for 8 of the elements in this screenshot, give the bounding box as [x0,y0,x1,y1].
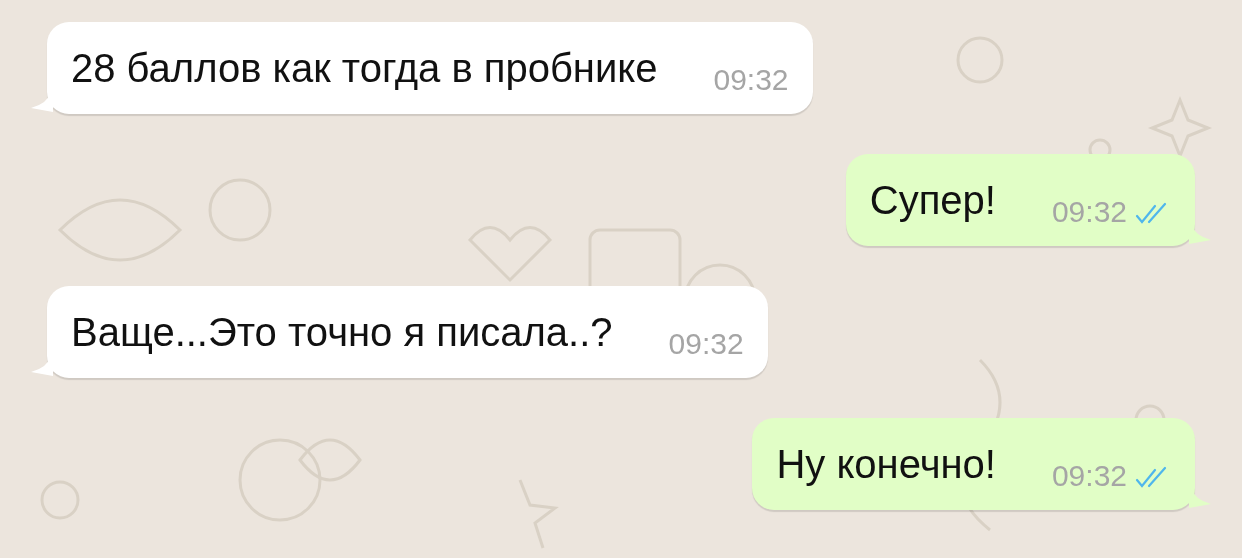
message-text: 28 баллов как тогда в пробнике [71,45,658,92]
message-text: Супер! [869,177,996,224]
message-text: Ну конечно! [776,441,996,488]
message-time: 09:32 [668,326,744,362]
message-time: 09:32 [1051,458,1127,494]
message-text: Ваще...Это точно я писала..? [71,309,613,356]
message-time: 09:32 [1051,194,1127,230]
message-time: 09:32 [713,62,789,98]
